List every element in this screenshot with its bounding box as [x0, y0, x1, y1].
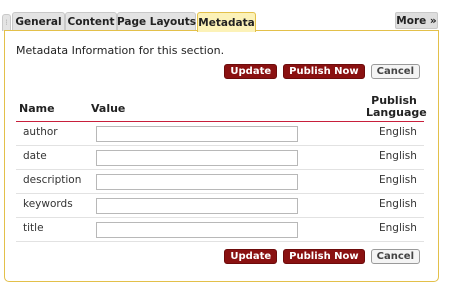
row-language: English	[379, 222, 417, 234]
more-button[interactable]: More »	[395, 12, 438, 29]
value-input[interactable]	[96, 150, 298, 166]
update-button[interactable]: Update	[224, 249, 278, 264]
value-input[interactable]	[96, 126, 298, 142]
intro-text: Metadata Information for this section.	[16, 44, 225, 57]
row-language: English	[379, 198, 417, 210]
column-header-language: Language	[366, 106, 427, 119]
value-input[interactable]	[96, 222, 298, 238]
row-name: date	[23, 150, 47, 162]
column-header-name: Name	[19, 102, 55, 115]
tab-metadata[interactable]: Metadata	[197, 12, 256, 32]
cancel-button[interactable]: Cancel	[370, 64, 420, 79]
grip-icon[interactable]: ⋮	[2, 14, 11, 31]
table-header: Name Value Publish Language	[16, 95, 427, 122]
value-input[interactable]	[96, 198, 298, 214]
table-row: keywords English	[16, 194, 424, 218]
row-name: keywords	[23, 198, 73, 210]
button-row-top: Update Publish Now Cancel	[224, 64, 420, 79]
row-language: English	[379, 174, 417, 186]
table-row: description English	[16, 170, 424, 194]
table-row: author English	[16, 122, 424, 146]
column-header-publish-language: Publish Language	[366, 95, 427, 119]
tab-general[interactable]: General	[12, 12, 65, 31]
button-row-bottom: Update Publish Now Cancel	[224, 249, 420, 264]
value-input[interactable]	[96, 174, 298, 190]
publish-now-button[interactable]: Publish Now	[283, 249, 365, 264]
metadata-panel: Metadata Information for this section. U…	[4, 30, 439, 282]
tab-page-layouts[interactable]: Page Layouts	[117, 12, 196, 31]
row-name: author	[23, 126, 58, 138]
row-language: English	[379, 126, 417, 138]
row-name: title	[23, 222, 44, 234]
column-header-value: Value	[91, 102, 126, 115]
publish-now-button[interactable]: Publish Now	[283, 64, 365, 79]
row-language: English	[379, 150, 417, 162]
row-name: description	[23, 174, 82, 186]
tab-content[interactable]: Content	[65, 12, 117, 31]
update-button[interactable]: Update	[224, 64, 278, 79]
tab-bar: ⋮ General Content Page Layouts Metadata …	[0, 12, 450, 32]
cancel-button[interactable]: Cancel	[370, 249, 420, 264]
table-row: date English	[16, 146, 424, 170]
table-row: title English	[16, 218, 424, 242]
